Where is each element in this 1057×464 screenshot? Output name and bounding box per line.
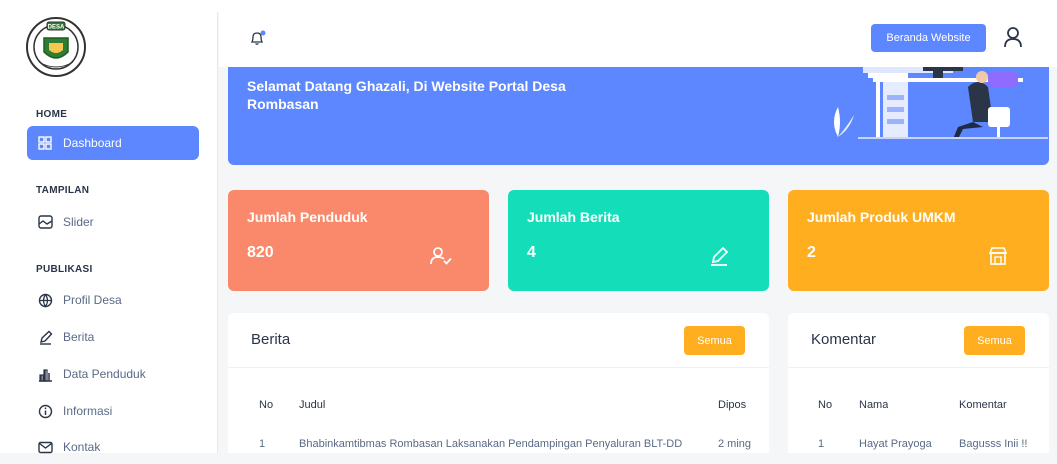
sidebar-item-label: Data Penduduk [63, 367, 146, 381]
village-logo[interactable]: DESA [25, 16, 87, 78]
info-icon [36, 402, 54, 420]
card-jumlah-produk-umkm[interactable]: Jumlah Produk UMKM 2 [788, 190, 1049, 291]
chart-icon [36, 365, 54, 383]
sidebar-item-dashboard[interactable]: Dashboard [27, 126, 199, 160]
card-value: 820 [247, 244, 274, 261]
sidebar-item-slider[interactable]: Slider [27, 205, 199, 239]
store-icon [988, 246, 1008, 271]
section-label-publikasi: PUBLIKASI [36, 264, 93, 275]
edit-icon [709, 246, 729, 271]
sidebar-item-label: Slider [63, 215, 94, 229]
column-header-no: No [818, 399, 833, 411]
welcome-banner: Selamat Datang Ghazali, Di Website Porta… [228, 67, 1049, 165]
card-value: 2 [807, 244, 816, 261]
sidebar-item-label: Kontak [63, 440, 101, 454]
user-check-icon [430, 246, 452, 271]
column-header-diposting: Dipos [718, 399, 747, 411]
slider-icon [36, 213, 54, 231]
sidebar-item-label: Berita [63, 330, 95, 344]
logo-text: DESA [48, 25, 65, 31]
sidebar-item-kontak[interactable]: Kontak [27, 430, 199, 464]
column-header-komentar: Komentar [959, 399, 1007, 411]
sidebar-item-profil-desa[interactable]: Profil Desa [27, 283, 199, 317]
column-header-no: No [259, 399, 274, 411]
section-label-tampilan: TAMPILAN [36, 185, 90, 196]
table-cell-no: 1 [818, 438, 825, 450]
globe-icon [36, 291, 54, 309]
workspace-illustration [834, 67, 1048, 139]
bell-icon[interactable] [249, 30, 267, 51]
sidebar-item-label: Profil Desa [63, 293, 122, 307]
table-cell-no: 1 [259, 438, 266, 450]
dashboard-icon [36, 134, 54, 152]
website-home-button[interactable]: Beranda Website [871, 24, 986, 52]
top-border [0, 0, 1057, 12]
column-header-judul: Judul [299, 399, 326, 411]
card-jumlah-berita[interactable]: Jumlah Berita 4 [508, 190, 769, 291]
berita-panel: Berita Semua No Judul Dipos 1 Bhabinkamt… [228, 313, 769, 453]
table-cell-komentar: Bagusss Inii !! [959, 438, 1028, 450]
sidebar-item-berita[interactable]: Berita [27, 320, 199, 354]
panel-title: Komentar [811, 331, 877, 348]
card-value: 4 [527, 244, 536, 261]
panel-header: Komentar Semua [788, 313, 1049, 368]
komentar-view-all-button[interactable]: Semua [964, 326, 1025, 355]
card-title: Jumlah Penduduk [247, 209, 368, 225]
table-cell-nama: Hayat Prayoga [859, 438, 932, 450]
mail-icon [36, 438, 54, 456]
sidebar-item-label: Informasi [63, 404, 113, 418]
sidebar-item-data-penduduk[interactable]: Data Penduduk [27, 357, 199, 391]
card-jumlah-penduduk[interactable]: Jumlah Penduduk 820 [228, 190, 489, 291]
user-icon[interactable] [1003, 26, 1023, 53]
column-header-nama: Nama [859, 399, 889, 411]
welcome-text: Selamat Datang Ghazali, Di Website Porta… [247, 78, 566, 112]
sidebar-item-label: Dashboard [63, 136, 122, 150]
sidebar: DESA HOME Dashboard TAMPILAN Slider PUBL… [0, 12, 218, 454]
panel-title: Berita [251, 331, 291, 348]
card-title: Jumlah Produk UMKM [807, 209, 956, 225]
top-header: Beranda Website [219, 12, 1057, 67]
table-cell-diposting: 2 ming [718, 438, 752, 450]
edit-icon [36, 328, 54, 346]
berita-view-all-button[interactable]: Semua [684, 326, 745, 355]
sidebar-item-informasi[interactable]: Informasi [27, 394, 199, 428]
table-cell-judul[interactable]: Bhabinkamtibmas Rombasan Laksanakan Pend… [299, 438, 709, 450]
card-title: Jumlah Berita [527, 209, 620, 225]
section-label-home: HOME [36, 109, 68, 120]
panel-header: Berita Semua [228, 313, 769, 368]
komentar-panel: Komentar Semua No Nama Komentar 1 Hayat … [788, 313, 1049, 453]
